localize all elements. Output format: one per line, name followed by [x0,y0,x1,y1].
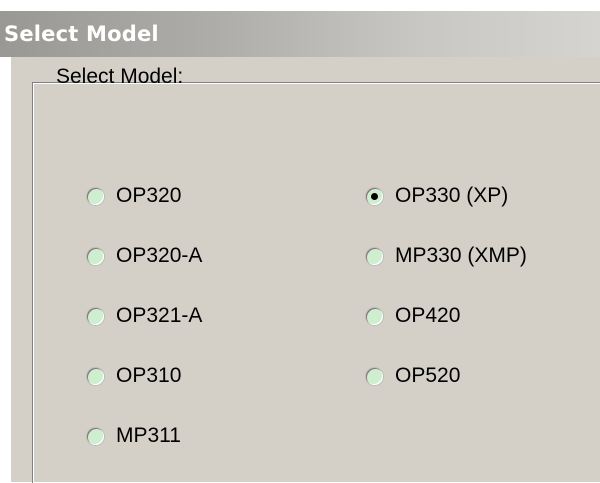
radio-label: OP320 [116,184,182,207]
title-bar[interactable]: Select Model [0,11,600,57]
radio-button-icon[interactable] [366,307,383,325]
radio-button-icon[interactable] [87,307,104,325]
radio-label: MP311 [116,424,181,447]
select-model-label: Select Model: [56,65,184,88]
radio-button-icon[interactable] [366,247,383,265]
window-title: Select Model [4,22,159,46]
radio-button-icon[interactable] [87,187,104,205]
select-model-window: Select Model Select Model: OP320 OP320-A… [0,0,600,483]
radio-label: OP520 [395,364,461,387]
radio-option-mp330-xmp[interactable]: MP330 (XMP) [366,241,527,271]
radio-button-icon[interactable] [87,427,104,445]
radio-option-op321-a[interactable]: OP321-A [87,301,202,331]
radio-button-icon[interactable] [87,367,104,385]
radio-label: OP320-A [116,244,203,267]
radio-option-mp311[interactable]: MP311 [87,421,181,451]
radio-button-selected-icon[interactable] [366,187,383,205]
radio-selected-dot-icon [371,192,378,200]
radio-label: OP330 (XP) [395,184,509,207]
radio-option-op520[interactable]: OP520 [366,361,460,391]
radio-button-icon[interactable] [366,367,383,385]
radio-label: OP321-A [116,304,203,327]
radio-button-icon[interactable] [87,247,104,265]
radio-label: OP310 [116,364,182,387]
radio-label: MP330 (XMP) [395,244,527,267]
radio-option-op320[interactable]: OP320 [87,181,181,211]
radio-option-op320-a[interactable]: OP320-A [87,241,202,271]
radio-option-op420[interactable]: OP420 [366,301,460,331]
radio-option-op310[interactable]: OP310 [87,361,181,391]
radio-option-op330-xp[interactable]: OP330 (XP) [366,181,508,211]
radio-label: OP420 [395,304,461,327]
